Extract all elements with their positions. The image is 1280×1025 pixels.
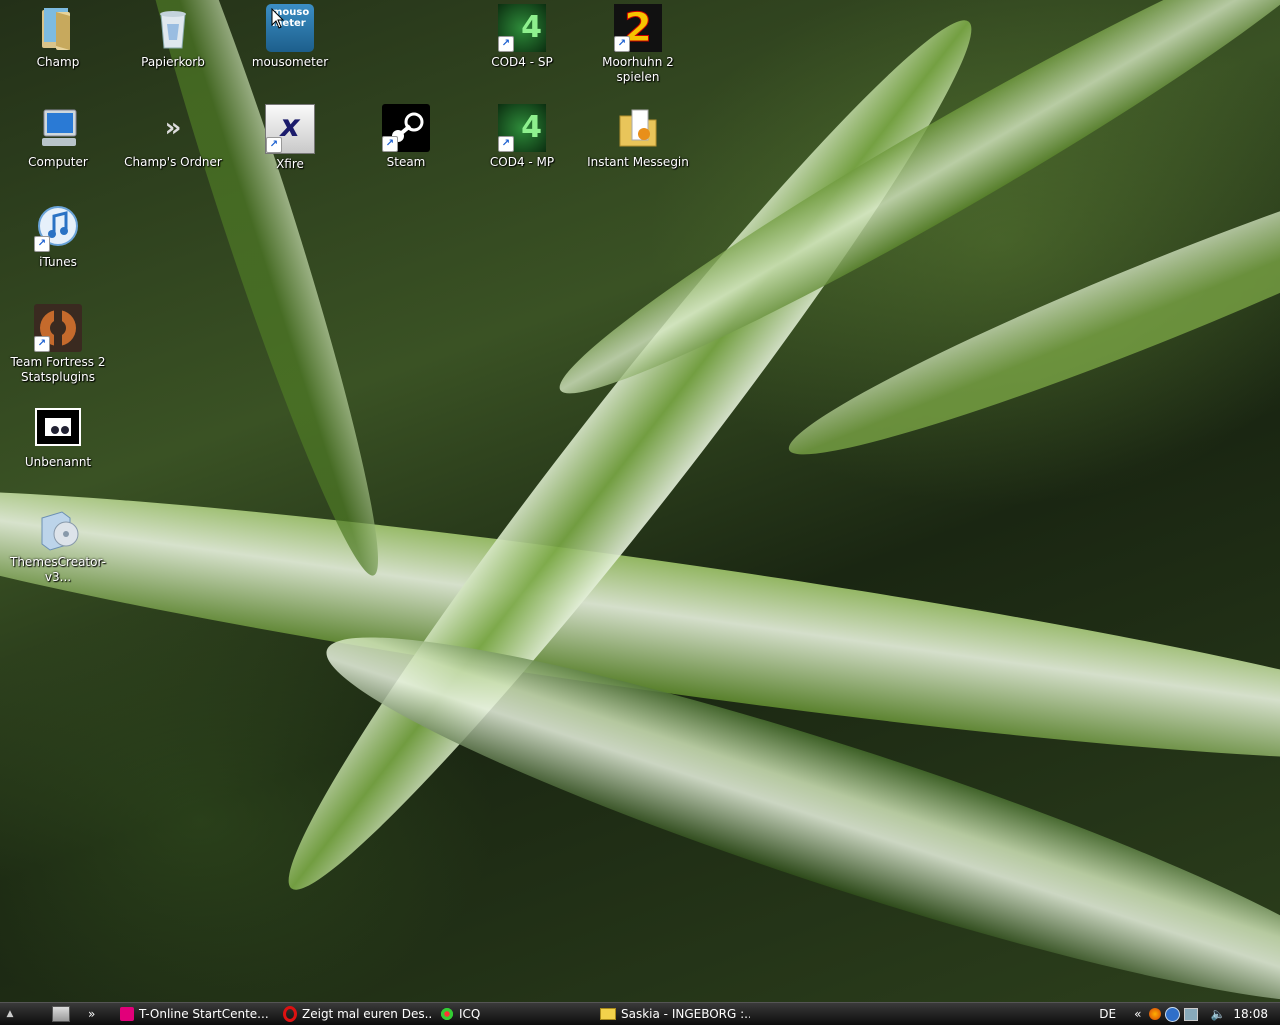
language-indicator[interactable]: DE: [1099, 1007, 1116, 1021]
desktop-icon-cod4-sp[interactable]: 4 ↗ COD4 - SP: [466, 4, 578, 70]
desktop-icon-steam[interactable]: ↗ Steam: [350, 104, 462, 170]
icon-label: Unbenannt: [24, 455, 92, 469]
desktop-icon-papierkorb[interactable]: Papierkorb: [117, 4, 229, 70]
shortcut-arrow-icon: ↗: [614, 36, 630, 52]
taskbar-button-label: T-Online StartCente...: [139, 1007, 269, 1021]
icon-label: Instant Messegin: [587, 155, 689, 169]
desktop-icon-unbenannt[interactable]: Unbenannt: [2, 404, 114, 470]
clock[interactable]: 18:08: [1233, 1007, 1268, 1021]
folder-icon: [614, 104, 662, 152]
moorhuhn-icon: 2 ↗: [614, 4, 662, 52]
taskbar-button-opera[interactable]: Zeigt mal euren Des...: [283, 1003, 433, 1025]
icon-label: Champ: [36, 55, 80, 69]
tf2-icon: ↗: [34, 304, 82, 352]
icq-flower-icon: [440, 1007, 454, 1021]
icon-label: Computer: [28, 155, 88, 169]
system-tray: DE « 🔈 18:08: [1099, 1003, 1280, 1025]
icon-label: Champ's Ordner: [124, 155, 222, 169]
shortcut-arrow-icon: ↗: [382, 136, 398, 152]
taskbar: ▲ » T-Online StartCente... Zeigt mal eur…: [0, 1002, 1280, 1025]
shortcut-arrow-icon: ↗: [498, 36, 514, 52]
network-tray-icon[interactable]: [1184, 1007, 1199, 1021]
taskbar-button-label: Zeigt mal euren Des...: [302, 1007, 433, 1021]
desktop-icon-computer[interactable]: Computer: [2, 104, 114, 170]
recycle-bin-icon: [149, 4, 197, 52]
folder-shortcut-icon: »: [149, 104, 197, 152]
taskbar-button-tonline[interactable]: T-Online StartCente...: [120, 1003, 280, 1025]
desktop-icon-champs-ordner[interactable]: » Champ's Ordner: [117, 104, 229, 170]
icon-label: ThemesCreator-v3...: [10, 555, 106, 584]
desktop-icon-instant-messegin[interactable]: Instant Messegin: [582, 104, 694, 170]
cod4-icon: 4 ↗: [498, 4, 546, 52]
quick-launch-show-desktop-icon[interactable]: [52, 1006, 70, 1022]
icon-label: Papierkorb: [141, 55, 205, 69]
icon-label: COD4 - MP: [489, 155, 555, 169]
computer-icon: [34, 104, 82, 152]
installer-icon: [34, 504, 82, 552]
desktop-icon-moorhuhn[interactable]: 2 ↗ Moorhuhn 2 spielen: [582, 4, 694, 85]
user-folder-icon: [34, 4, 82, 52]
start-button[interactable]: ▲: [0, 1003, 20, 1025]
itunes-icon: ↗: [34, 204, 82, 252]
shortcut-arrow-icon: ↗: [34, 236, 50, 252]
shortcut-arrow-icon: ↗: [34, 336, 50, 352]
cod4-icon: 4 ↗: [498, 104, 546, 152]
desktop-icon-themescreator[interactable]: ThemesCreator-v3...: [2, 504, 114, 585]
mouse-cursor-icon: [271, 8, 285, 29]
taskbar-button-icq[interactable]: ICQ: [440, 1003, 590, 1025]
taskbar-button-label: ICQ: [459, 1007, 481, 1021]
shortcut-arrow-icon: ↗: [266, 137, 282, 153]
desktop-icon-cod4-mp[interactable]: 4 ↗ COD4 - MP: [466, 104, 578, 170]
wallpaper-blade: [93, 0, 407, 587]
icon-label: iTunes: [39, 255, 77, 269]
taskbar-button-label: Saskia - INGEBORG :...: [621, 1007, 750, 1021]
xfire-icon: x ↗: [265, 104, 315, 154]
volume-icon[interactable]: 🔈: [1210, 1007, 1225, 1021]
steam-icon: ↗: [382, 104, 430, 152]
icon-label: COD4 - SP: [491, 55, 553, 69]
chat-window-icon: [600, 1008, 616, 1020]
quick-launch-overflow-button[interactable]: »: [88, 1007, 100, 1021]
icon-label: mousometer: [251, 55, 329, 69]
icon-label: Steam: [386, 155, 426, 169]
folder-shortcut-badge: »: [164, 113, 182, 143]
firefox-tray-icon[interactable]: [1149, 1008, 1162, 1020]
icon-label: Xfire: [276, 157, 304, 171]
desktop-icon-champ[interactable]: Champ: [2, 4, 114, 70]
image-file-icon: [35, 408, 81, 446]
desktop-icon-xfire[interactable]: x ↗ Xfire: [234, 104, 346, 172]
icon-label: Team Fortress 2 Statsplugins: [10, 355, 106, 384]
tonline-icon: [120, 1007, 134, 1021]
shortcut-arrow-icon: ↗: [498, 136, 514, 152]
taskbar-button-saskia-chat[interactable]: Saskia - INGEBORG :...: [600, 1003, 750, 1025]
tray-expand-button[interactable]: «: [1134, 1007, 1141, 1021]
opera-icon: [283, 1006, 297, 1022]
desktop-icon-itunes[interactable]: ↗ iTunes: [2, 204, 114, 270]
icon-label: Moorhuhn 2 spielen: [602, 55, 674, 84]
update-tray-icon[interactable]: [1165, 1006, 1181, 1022]
desktop-icon-tf2-statsplugins[interactable]: ↗ Team Fortress 2 Statsplugins: [2, 304, 114, 385]
desktop-icon-mousometer[interactable]: mouso meter mousometer: [234, 4, 346, 70]
